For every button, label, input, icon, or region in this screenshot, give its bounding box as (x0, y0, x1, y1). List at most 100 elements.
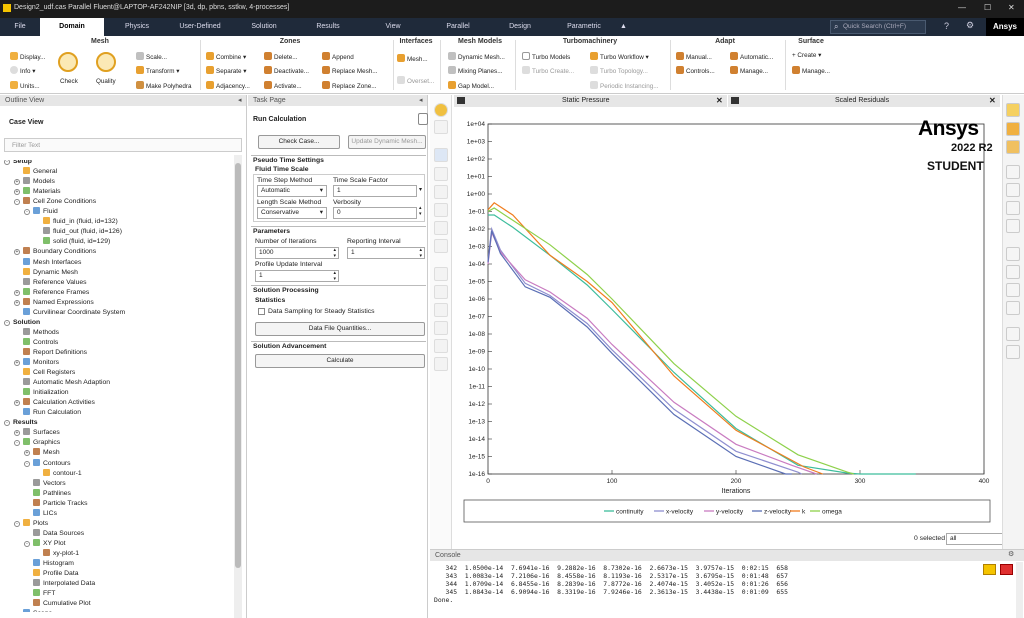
combine-button[interactable]: Combine ▾ (206, 52, 246, 61)
turbo-topology-button[interactable]: Turbo Topology... (590, 66, 648, 75)
layout-icon[interactable] (434, 120, 448, 134)
separate-button[interactable]: Separate ▾ (206, 66, 246, 75)
tree-item[interactable]: Report Definitions (14, 347, 87, 358)
tree-item[interactable]: - XY Plot (24, 538, 66, 549)
check-case-button[interactable]: Check Case... (258, 135, 340, 149)
tree-item[interactable]: Cell Registers (14, 368, 75, 378)
tree-item[interactable]: + Calculation Activities (14, 398, 95, 408)
tree-item[interactable]: - Cell Zone Conditions (14, 197, 96, 207)
quality-button-label[interactable]: Quality (96, 78, 116, 85)
collapse-icon[interactable]: - (14, 440, 20, 447)
quality-icon[interactable] (96, 52, 116, 72)
tree-item[interactable]: FFT (24, 589, 55, 599)
data-file-quantities-button[interactable]: Data File Quantities... (255, 322, 425, 336)
collapse-icon[interactable]: - (4, 160, 10, 165)
tree-item[interactable]: + Surfaces (14, 428, 60, 438)
tree-item[interactable]: Particle Tracks (24, 498, 88, 509)
collapse-ribbon-icon[interactable]: ▲ (620, 23, 627, 30)
tree-item[interactable]: - Plots (14, 518, 48, 529)
collapse-icon[interactable]: - (14, 520, 20, 527)
deactivate-button[interactable]: Deactivate... (264, 66, 309, 75)
save-picture-icon[interactable] (1006, 103, 1020, 117)
fit-icon[interactable] (434, 285, 448, 299)
activate-button[interactable]: Activate... (264, 81, 302, 90)
adapt-automatic-button[interactable]: Automatic... (730, 52, 773, 61)
spinner-icon[interactable]: ▴ ▾ (419, 205, 422, 217)
replace-mesh-button[interactable]: Replace Mesh... (322, 66, 378, 75)
turbo-models-checkbox[interactable]: Turbo Models (522, 52, 570, 61)
scale-button[interactable]: Scale... (136, 52, 167, 61)
tree-item[interactable]: Methods (14, 327, 59, 338)
periodic-instancing-button[interactable]: Periodic Instancing... (590, 81, 658, 90)
graphics-tab-scaled-residuals[interactable]: Scaled Residuals ✕ (728, 95, 1000, 107)
tree-item[interactable]: + Materials (14, 187, 61, 197)
expand-icon[interactable]: + (14, 189, 20, 196)
camera-icon[interactable] (434, 357, 448, 371)
turbo-workflow-button[interactable]: Turbo Workflow ▾ (590, 52, 649, 61)
close-icon[interactable]: ✕ (1008, 3, 1015, 12)
adjacency-button[interactable]: Adjacency... (206, 81, 250, 90)
gap-model-button[interactable]: Gap Model... (448, 81, 494, 90)
tree-item[interactable]: Cumulative Plot (24, 599, 91, 609)
expand-icon[interactable]: + (24, 450, 30, 457)
check-button-label[interactable]: Check (60, 78, 78, 85)
tab-user-defined[interactable]: User-Defined (170, 18, 230, 36)
menu-file[interactable]: File (0, 18, 40, 36)
tree-item[interactable]: - Fluid (24, 207, 58, 217)
select-icon[interactable] (434, 267, 448, 281)
replace-zone-button[interactable]: Replace Zone... (322, 81, 376, 90)
tree-item[interactable]: Dynamic Mesh (14, 267, 78, 278)
scrollbar-thumb[interactable] (235, 163, 241, 568)
interface-mesh-button[interactable]: Mesh... (397, 54, 428, 63)
zoom-in-icon[interactable] (434, 303, 448, 317)
tab-design[interactable]: Design (495, 18, 545, 36)
delete-button[interactable]: Delete... (264, 52, 297, 61)
settings-icon[interactable]: ⚙ (966, 20, 974, 31)
surface-manage-button[interactable]: Manage... (792, 66, 830, 75)
search-box[interactable]: ⌕ Quick Search (Ctrl+F) (830, 20, 926, 34)
close-tab-icon[interactable]: ✕ (989, 96, 996, 105)
stop-icon[interactable] (1006, 345, 1020, 359)
outline-scrollbar[interactable] (234, 155, 242, 618)
console-output[interactable]: 342 1.0500e-14 7.6941e-16 9.2882e-16 8.7… (434, 564, 974, 618)
expand-icon[interactable]: + (14, 289, 20, 296)
tree-item[interactable]: - Setup (4, 160, 32, 167)
close-tab-icon[interactable]: ✕ (716, 96, 723, 105)
graphics-tab-static-pressure[interactable]: Static Pressure ✕ (454, 95, 727, 107)
profile-update-input[interactable]: 1 ▴ ▾ (255, 270, 339, 282)
help-icon[interactable]: ? (944, 21, 949, 31)
tree-item[interactable]: + Reference Frames (14, 287, 89, 298)
expand-icon[interactable]: + (14, 400, 20, 407)
collapse-task-icon[interactable]: ◂ (419, 96, 423, 104)
probe-icon[interactable] (434, 239, 448, 253)
collapse-icon[interactable]: - (24, 460, 30, 467)
tab-domain[interactable]: Domain (40, 18, 104, 36)
collapse-icon[interactable]: - (4, 420, 10, 427)
filter-input[interactable]: Filter Text (4, 138, 242, 152)
expand-icon[interactable]: + (14, 249, 20, 256)
tab-view[interactable]: View (365, 18, 421, 36)
units-button[interactable]: Units... (10, 81, 40, 90)
console-settings-icon[interactable]: ⚙ (1008, 550, 1014, 558)
collapse-icon[interactable]: - (4, 319, 10, 326)
tree-item[interactable]: Pathlines (24, 488, 71, 499)
mixing-planes-button[interactable]: Mixing Planes... (448, 66, 502, 75)
collapse-icon[interactable]: - (24, 209, 30, 216)
tree-item[interactable]: Automatic Mesh Adaption (14, 378, 110, 388)
lighting-icon[interactable] (1006, 122, 1020, 136)
update-dynamic-mesh-button[interactable]: Update Dynamic Mesh... (348, 135, 426, 149)
tree-item[interactable]: - Results (4, 418, 38, 428)
console-scrollbar[interactable] (1016, 562, 1023, 618)
append-button[interactable]: Append (322, 52, 354, 61)
tree-item[interactable]: fluid_in (fluid, id=132) (34, 217, 118, 227)
tab-solution[interactable]: Solution (238, 18, 290, 36)
tree-item[interactable]: solid (fluid, id=129) (34, 237, 110, 247)
plot-icon[interactable] (1006, 247, 1020, 261)
collapse-outline-icon[interactable]: ◂ (238, 96, 242, 104)
tree-item[interactable]: + Mesh (24, 448, 60, 458)
tree-item[interactable]: LICs (24, 508, 57, 519)
tree-item[interactable]: Vectors (24, 478, 66, 489)
maximize-icon[interactable]: ☐ (984, 3, 991, 12)
tab-results[interactable]: Results (300, 18, 356, 36)
pointer-icon[interactable] (434, 148, 448, 162)
